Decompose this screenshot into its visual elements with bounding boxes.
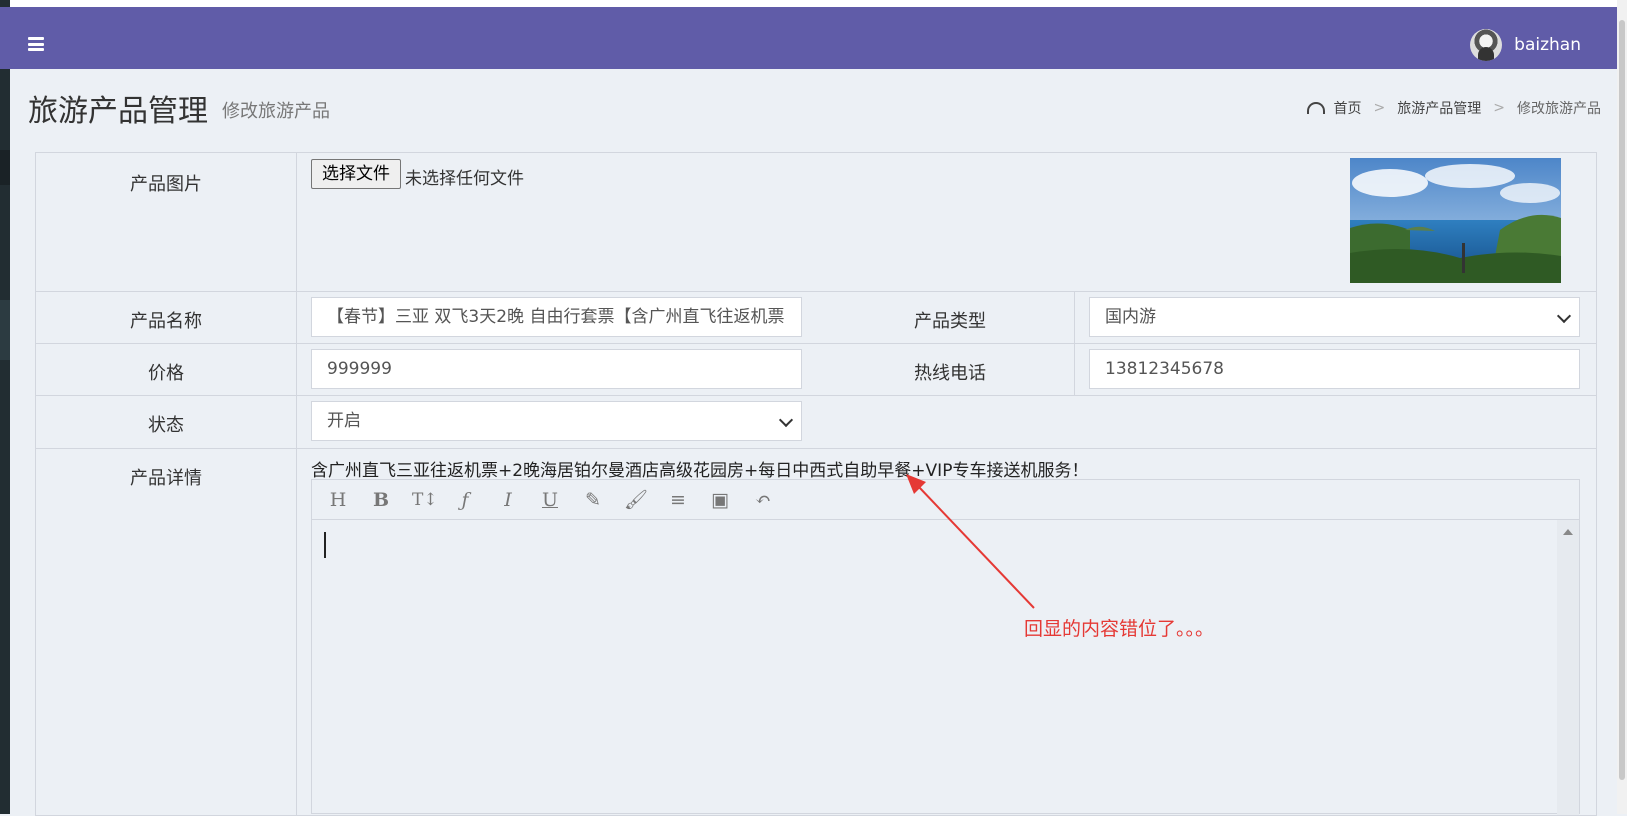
label-product-type: 产品类型 xyxy=(914,311,986,332)
dashboard-icon xyxy=(1306,102,1325,114)
product-type-select[interactable]: 国内游 xyxy=(1089,297,1580,337)
chevron-down-icon xyxy=(778,412,794,428)
brush-icon[interactable]: 🖌 xyxy=(624,489,648,511)
page-scrollbar[interactable] xyxy=(1617,0,1627,814)
breadcrumb-separator: > xyxy=(1493,100,1505,116)
product-type-value: 国内游 xyxy=(1105,307,1156,327)
underline-icon[interactable]: U xyxy=(539,489,561,511)
product-detail-text: 含广州直飞三亚往返机票+2晚海居铂尔曼酒店高级花园房+每日中西式自助早餐+VIP… xyxy=(311,461,1089,481)
status-value: 开启 xyxy=(327,411,361,431)
breadcrumb-home[interactable]: 首页 xyxy=(1334,98,1362,118)
chevron-down-icon xyxy=(1556,308,1572,324)
sidebar-collapsed xyxy=(0,0,10,814)
text-size-icon[interactable]: T↕ xyxy=(412,489,438,511)
text-cursor xyxy=(324,532,326,558)
bold-icon[interactable]: B xyxy=(370,489,392,511)
highlighter-icon[interactable]: ✎ xyxy=(582,489,604,511)
label-hotline: 热线电话 xyxy=(914,363,986,384)
label-status: 状态 xyxy=(148,415,184,436)
window-top-edge xyxy=(0,0,1627,7)
italic-icon[interactable]: I xyxy=(497,489,519,511)
breadcrumb-separator: > xyxy=(1373,100,1386,116)
editor-scrollbar[interactable] xyxy=(1557,520,1579,815)
avatar xyxy=(1470,29,1503,61)
top-navbar: baizhan xyxy=(0,7,1617,69)
product-image-preview xyxy=(1350,158,1561,283)
file-status-text: 未选择任何文件 xyxy=(405,169,524,189)
image-icon[interactable]: ▣ xyxy=(709,489,731,511)
label-product-image: 产品图片 xyxy=(130,174,202,195)
rich-text-editor[interactable]: H B T↕ ƒ I U ✎ 🖌 ≡ ▣ ↶ xyxy=(311,479,1580,815)
label-price: 价格 xyxy=(148,363,184,384)
align-icon[interactable]: ≡ xyxy=(667,489,689,511)
breadcrumb-current: 修改旅游产品 xyxy=(1517,101,1601,117)
breadcrumb: 首页 > 旅游产品管理 > 修改旅游产品 xyxy=(1306,98,1601,118)
hotline-input[interactable]: 13812345678 xyxy=(1089,349,1580,389)
font-icon[interactable]: ƒ xyxy=(454,489,476,511)
label-product-detail: 产品详情 xyxy=(130,468,202,489)
status-select[interactable]: 开启 xyxy=(311,401,802,441)
page-title: 旅游产品管理 xyxy=(28,94,208,129)
heading-icon[interactable]: H xyxy=(327,489,349,511)
breadcrumb-product-management[interactable]: 旅游产品管理 xyxy=(1397,98,1481,118)
page-subtitle: 修改旅游产品 xyxy=(222,101,330,122)
annotation-text: 回显的内容错位了。。。 xyxy=(1024,618,1215,640)
editor-toolbar: H B T↕ ƒ I U ✎ 🖌 ≡ ▣ ↶ xyxy=(312,480,1579,520)
choose-file-button[interactable]: 选择文件 xyxy=(311,159,401,189)
undo-icon[interactable]: ↶ xyxy=(752,489,774,511)
price-input[interactable]: 999999 xyxy=(311,349,802,389)
user-menu[interactable]: baizhan xyxy=(1470,29,1581,61)
label-product-name: 产品名称 xyxy=(130,311,202,332)
hamburger-icon[interactable] xyxy=(28,37,44,51)
username: baizhan xyxy=(1514,35,1581,55)
product-name-input[interactable]: 【春节】三亚 双飞3天2晚 自由行套票【含广州直飞往返机票 xyxy=(311,297,802,337)
